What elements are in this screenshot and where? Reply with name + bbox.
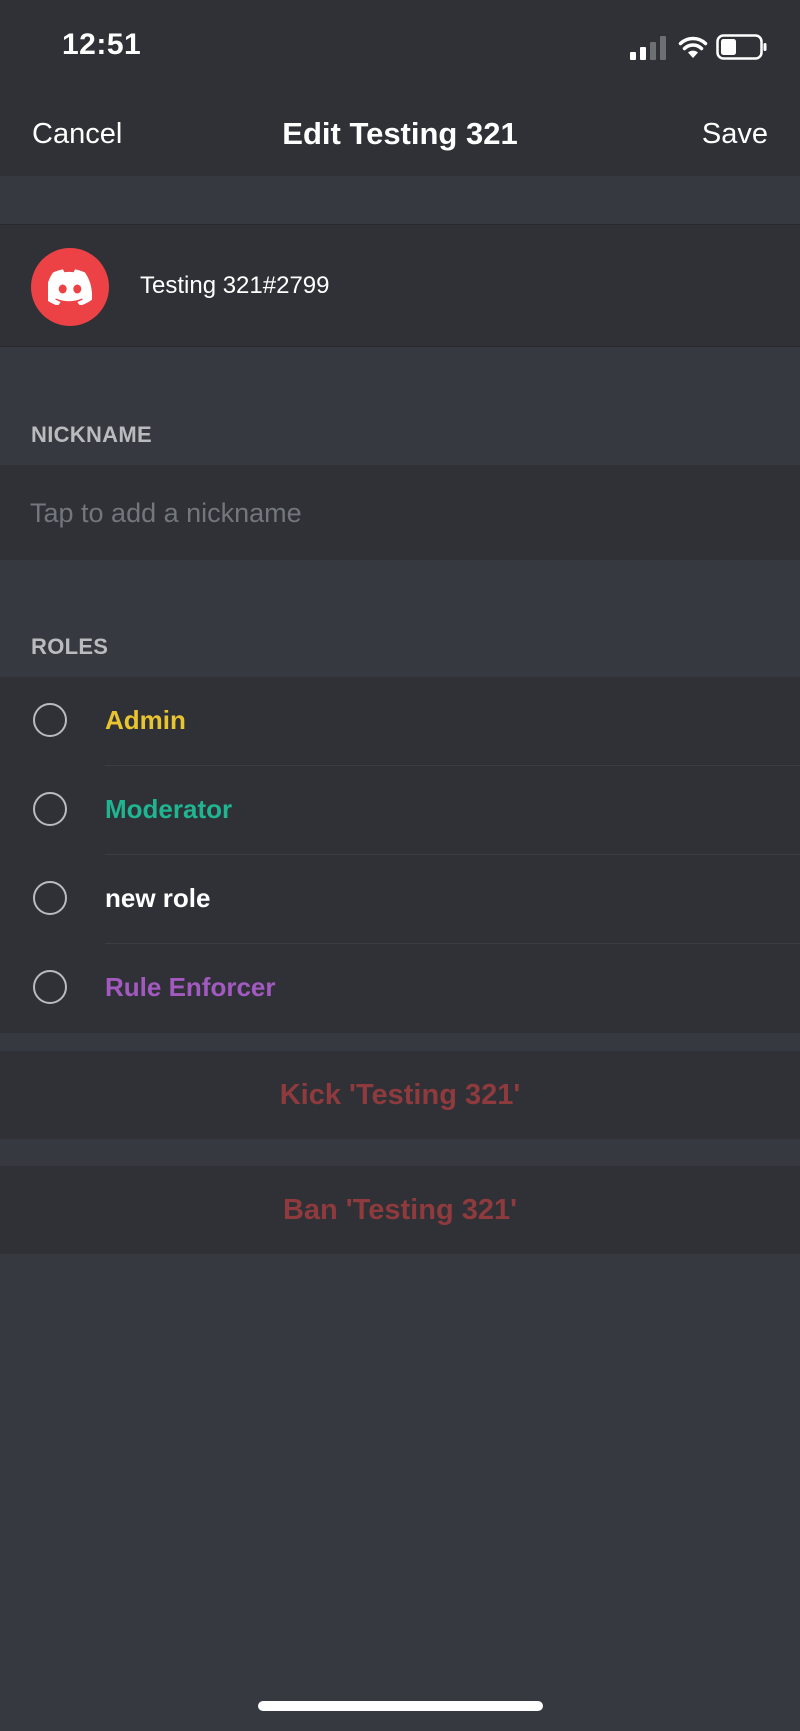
ban-member-button[interactable]: Ban 'Testing 321' bbox=[0, 1166, 800, 1254]
nav-bar: Cancel Edit Testing 321 Save bbox=[0, 96, 800, 176]
ban-label: Ban 'Testing 321' bbox=[282, 1194, 518, 1226]
avatar bbox=[31, 248, 109, 326]
role-item-admin[interactable]: Admin bbox=[0, 677, 800, 766]
member-row: Testing 321#2799 bbox=[0, 224, 800, 347]
kick-member-button[interactable]: Kick 'Testing 321' bbox=[0, 1051, 800, 1139]
username-tag: Testing 321#2799 bbox=[140, 272, 330, 299]
discord-logo-icon bbox=[48, 269, 92, 305]
home-indicator[interactable] bbox=[258, 1701, 543, 1711]
role-radio-button[interactable] bbox=[33, 970, 67, 1004]
status-time: 12:51 bbox=[62, 28, 142, 61]
roles-list: Admin Moderator new role Rule Enforcer bbox=[0, 677, 800, 1033]
wifi-icon bbox=[678, 36, 708, 58]
role-item-rule-enforcer[interactable]: Rule Enforcer bbox=[0, 944, 800, 1033]
cellular-signal-icon bbox=[630, 36, 666, 60]
save-button[interactable]: Save bbox=[702, 118, 768, 151]
role-radio-button[interactable] bbox=[33, 703, 67, 737]
kick-label: Kick 'Testing 321' bbox=[279, 1079, 521, 1111]
battery-icon bbox=[716, 34, 767, 60]
edit-member-screen: 12:51 Cancel Edit Testing 321 Save Testi… bbox=[0, 0, 800, 1731]
role-radio-button[interactable] bbox=[33, 792, 67, 826]
nickname-input[interactable] bbox=[30, 491, 760, 535]
role-item-moderator[interactable]: Moderator bbox=[0, 766, 800, 855]
role-item-new-role[interactable]: new role bbox=[0, 855, 800, 944]
role-name: new role bbox=[105, 883, 211, 913]
role-name: Moderator bbox=[105, 794, 233, 824]
role-name: Admin bbox=[105, 705, 186, 735]
role-radio-button[interactable] bbox=[33, 881, 67, 915]
status-bar: 12:51 bbox=[0, 0, 800, 96]
roles-section-header: ROLES bbox=[31, 634, 109, 659]
role-name: Rule Enforcer bbox=[105, 972, 276, 1002]
nickname-field[interactable] bbox=[0, 465, 800, 560]
nickname-section-header: NICKNAME bbox=[31, 422, 152, 447]
page-title: Edit Testing 321 bbox=[282, 116, 518, 151]
